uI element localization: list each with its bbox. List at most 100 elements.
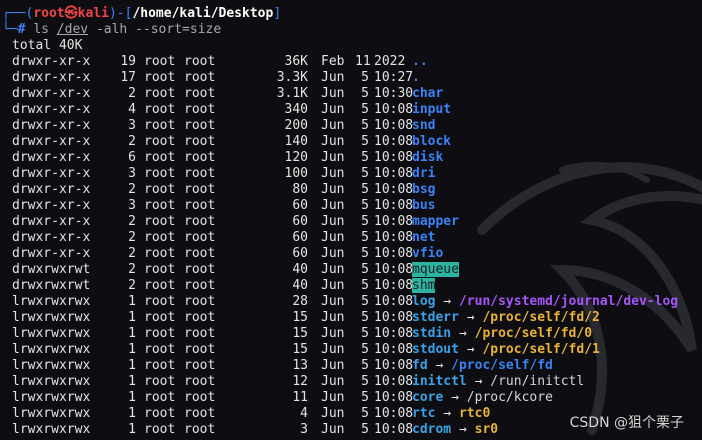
row-month: Jun <box>321 150 345 165</box>
row-name-cell: mqueue <box>412 262 459 278</box>
row-permissions: drwxr-xr-x <box>12 198 91 213</box>
row-link-count: 1 <box>128 358 136 373</box>
prompt-user: root <box>33 6 65 21</box>
row-owner: root <box>144 166 176 181</box>
row-permissions: lrwxrwxrwx <box>12 374 91 389</box>
row-group: root <box>184 230 216 245</box>
row-link-count: 2 <box>128 134 136 149</box>
row-name-cell: . <box>412 70 420 86</box>
row-owner: root <box>144 54 176 69</box>
row-owner: root <box>144 390 176 405</box>
row-filename: cdrom <box>412 422 452 437</box>
row-day: 5 <box>361 326 369 341</box>
row-filename: net <box>412 230 436 245</box>
row-owner: root <box>144 198 176 213</box>
prompt-cwd: /home/kali/Desktop <box>132 6 274 21</box>
row-file-size: 3 <box>300 422 308 437</box>
row-file-size: 200 <box>284 118 308 133</box>
row-link-count: 19 <box>120 54 136 69</box>
row-month: Jun <box>321 230 345 245</box>
row-name-cell: cdrom → sr0 <box>412 422 498 438</box>
terminal-window[interactable]: ┌──(root㉿kali)-[/home/kali/Desktop] └─# … <box>0 0 702 440</box>
row-name-cell: core → /proc/kcore <box>412 390 553 406</box>
row-month: Jun <box>321 166 345 181</box>
row-time: 10:08 <box>374 150 414 165</box>
row-group: root <box>184 310 216 325</box>
row-filename: stderr <box>412 310 459 325</box>
row-filename: dri <box>412 166 436 181</box>
row-filename: stdin <box>412 326 452 341</box>
row-name-cell: fd → /proc/self/fd <box>412 358 553 374</box>
row-owner: root <box>144 86 176 101</box>
row-file-size: 3.3K <box>276 70 308 85</box>
row-owner: root <box>144 310 176 325</box>
row-name-cell: input <box>412 102 451 118</box>
row-file-size: 60 <box>292 198 308 213</box>
row-permissions: drwxr-xr-x <box>12 102 91 117</box>
command-sort-flag: --sort=size <box>135 22 222 37</box>
row-link-count: 1 <box>128 422 136 437</box>
row-owner: root <box>144 374 176 389</box>
row-group: root <box>184 390 216 405</box>
row-owner: root <box>144 118 176 133</box>
row-time: 10:08 <box>374 230 414 245</box>
row-name-cell: mapper <box>412 214 459 230</box>
row-group: root <box>184 294 216 309</box>
row-file-size: 15 <box>292 326 308 341</box>
symlink-target: /proc/self/fd/2 <box>482 310 600 325</box>
row-filename: .. <box>412 54 428 69</box>
row-month: Jun <box>321 326 345 341</box>
row-link-count: 1 <box>128 390 136 405</box>
row-group: root <box>184 374 216 389</box>
row-permissions: drwxr-xr-x <box>12 246 91 261</box>
prompt-header: ┌──(root㉿kali)-[/home/kali/Desktop] <box>2 6 282 21</box>
row-day: 5 <box>361 406 369 421</box>
symlink-arrow-icon: → <box>427 358 452 373</box>
row-file-size: 12 <box>292 374 308 389</box>
row-file-size: 80 <box>292 182 308 197</box>
row-month: Jun <box>321 102 345 117</box>
row-group: root <box>184 118 216 133</box>
row-name-cell: rtc → rtc0 <box>412 406 490 422</box>
csdn-watermark: CSDN @狙个栗子 <box>569 415 684 431</box>
row-time: 10:08 <box>374 310 414 325</box>
row-group: root <box>184 326 216 341</box>
row-name-cell: stdin → /proc/self/fd/0 <box>412 326 592 342</box>
row-file-size: 4 <box>300 406 308 421</box>
row-filename: initctl <box>412 374 467 389</box>
row-month: Jun <box>321 310 345 325</box>
row-file-size: 3.1K <box>276 86 308 101</box>
row-file-size: 28 <box>292 294 308 309</box>
row-permissions: drwxr-xr-x <box>12 230 91 245</box>
row-file-size: 13 <box>292 358 308 373</box>
row-time: 10:08 <box>374 118 414 133</box>
row-day: 11 <box>355 54 371 69</box>
row-group: root <box>184 422 216 437</box>
row-filename: fd <box>412 358 428 373</box>
row-link-count: 17 <box>120 70 136 85</box>
row-time: 10:08 <box>374 374 414 389</box>
row-month: Jun <box>321 390 345 405</box>
row-group: root <box>184 134 216 149</box>
row-owner: root <box>144 70 176 85</box>
row-day: 5 <box>361 70 369 85</box>
symlink-arrow-icon: → <box>458 310 483 325</box>
row-name-cell: char <box>412 86 443 102</box>
row-permissions: lrwxrwxrwx <box>12 358 91 373</box>
symlink-target: /proc/self/fd/1 <box>482 342 600 357</box>
row-month: Jun <box>321 182 345 197</box>
row-group: root <box>184 150 216 165</box>
row-group: root <box>184 278 216 293</box>
command-line[interactable]: └─# ls /dev -alh --sort=size <box>2 22 221 38</box>
row-file-size: 36K <box>284 54 308 69</box>
row-permissions: drwxr-xr-x <box>12 150 91 165</box>
row-day: 5 <box>361 262 369 277</box>
symlink-arrow-icon: → <box>443 390 467 405</box>
row-time: 10:08 <box>374 262 414 277</box>
row-name-cell: .. <box>412 54 428 70</box>
row-group: root <box>184 406 216 421</box>
row-owner: root <box>144 294 176 309</box>
symlink-arrow-icon: → <box>458 342 483 357</box>
symlink-target: /proc/self/fd/0 <box>474 326 593 341</box>
row-name-cell: net <box>412 230 435 246</box>
